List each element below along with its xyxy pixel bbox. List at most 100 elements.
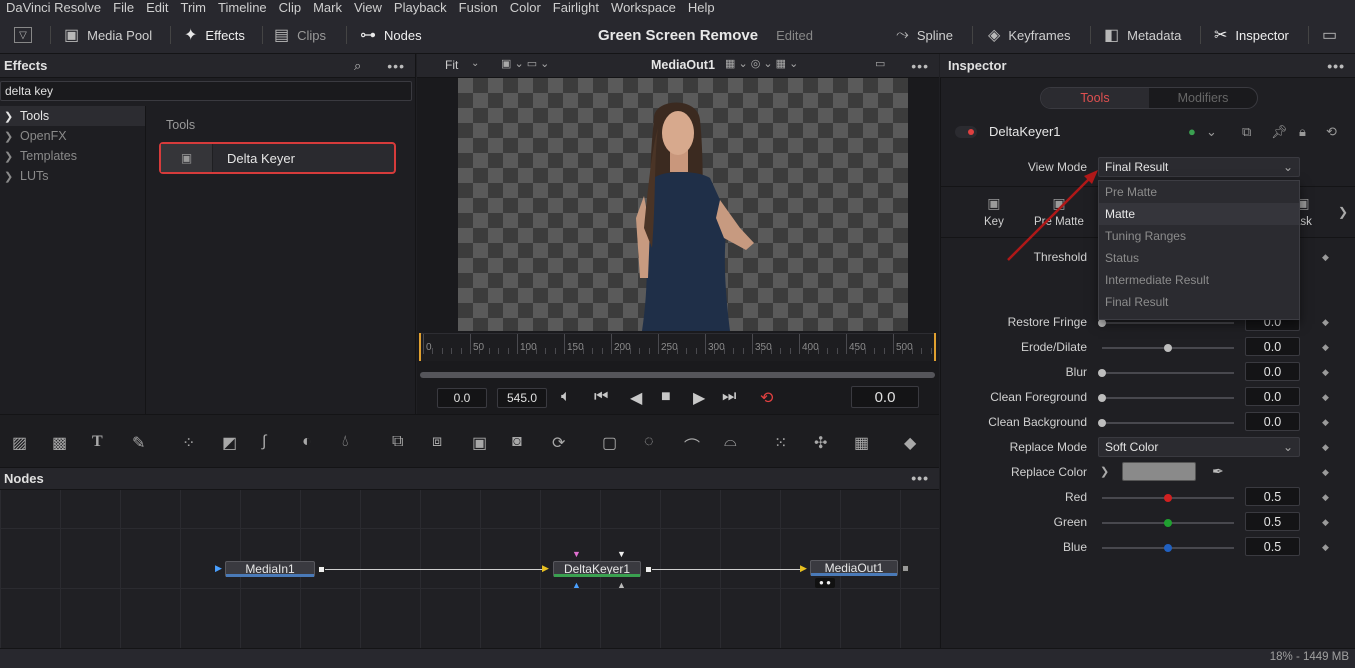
param-slider[interactable] <box>1102 322 1234 324</box>
prender-tool-icon[interactable]: ✣ <box>814 433 827 453</box>
end-time-field[interactable]: 545.0 <box>497 388 547 408</box>
transform-tool-icon[interactable]: ⟳ <box>552 433 565 453</box>
polygon-mask-icon[interactable]: ⌒ <box>684 433 700 457</box>
lock-icon[interactable]: 🔒︎ <box>1299 124 1306 140</box>
keyframe-diamond-icon[interactable]: ◆ <box>1322 392 1329 403</box>
menu-playback[interactable]: Playback <box>388 0 453 16</box>
more-options-icon[interactable]: ••• <box>387 58 405 74</box>
slider-knob[interactable] <box>1098 394 1106 402</box>
zoom-select[interactable]: Fit <box>445 58 458 72</box>
scrub-bar[interactable] <box>420 372 935 378</box>
menu-fusion[interactable]: Fusion <box>453 0 504 16</box>
monitor-button[interactable]: ▭ <box>1322 16 1337 54</box>
curves-tool-icon[interactable]: ∫ <box>262 433 266 451</box>
loader-tool-icon[interactable]: ⧉ <box>392 433 403 451</box>
keyframe-diamond-icon[interactable]: ◆ <box>1322 467 1329 478</box>
keyframe-diamond-icon[interactable]: ◆ <box>1322 442 1329 453</box>
node-toggle-icon[interactable] <box>955 125 977 138</box>
menu-workspace[interactable]: Workspace <box>605 0 682 16</box>
effects-button[interactable]: ✦ Effects <box>184 16 245 54</box>
reset-icon[interactable]: ⟲ <box>1326 124 1337 140</box>
play-icon[interactable]: ▶︎ <box>693 388 705 408</box>
dropdown-option-matte[interactable]: Matte <box>1099 203 1299 225</box>
paint-tool-icon[interactable]: ✎ <box>132 433 145 453</box>
loop-icon[interactable]: ⟲ <box>760 388 773 408</box>
replace-mode-select[interactable]: Soft Color ⌄ <box>1098 437 1300 457</box>
slider-knob[interactable] <box>1098 369 1106 377</box>
bspline-mask-icon[interactable]: ⌓ <box>724 433 737 451</box>
current-time-field[interactable]: 0.0 <box>851 386 919 408</box>
replace-color-swatch[interactable] <box>1122 462 1196 481</box>
tree-item-templates[interactable]: ❯ Templates <box>0 146 145 166</box>
keyframe-diamond-icon[interactable]: ◆ <box>1322 492 1329 503</box>
volume-icon[interactable]: 🔈︎ <box>561 388 571 406</box>
slider-knob[interactable] <box>1098 419 1106 427</box>
skip-start-icon[interactable]: ⏮︎ <box>594 388 608 406</box>
text-tool-icon[interactable]: T <box>92 433 103 451</box>
saver-tool-icon[interactable]: ⧈ <box>432 433 442 451</box>
param-value-field[interactable]: 0.5 <box>1245 512 1300 531</box>
menu-view[interactable]: View <box>348 0 388 16</box>
menu-mark[interactable]: Mark <box>307 0 348 16</box>
slider-knob[interactable] <box>1164 544 1172 552</box>
menu-help[interactable]: Help <box>682 0 721 16</box>
param-value-field[interactable]: 0.0 <box>1245 337 1300 356</box>
metadata-button[interactable]: ◧ Metadata <box>1104 16 1181 54</box>
slider-knob[interactable] <box>1164 344 1172 352</box>
start-time-field[interactable]: 0.0 <box>437 388 487 408</box>
keyframe-diamond-icon[interactable]: ◆ <box>1322 317 1329 328</box>
brightness-tool-icon[interactable]: ◐ <box>302 433 312 451</box>
node-mediain1[interactable]: MediaIn1 <box>225 561 315 577</box>
dropdown-option-status[interactable]: Status <box>1099 247 1299 269</box>
dropdown-option-pre-matte[interactable]: Pre Matte <box>1099 181 1299 203</box>
dropdown-option-intermediate-result[interactable]: Intermediate Result <box>1099 269 1299 291</box>
output-port[interactable] <box>318 566 325 573</box>
param-value-field[interactable]: 0.0 <box>1245 412 1300 431</box>
node-deltakeyer1[interactable]: DeltaKeyer1 <box>553 561 641 577</box>
inspector-button[interactable]: ✂ Inspector <box>1214 16 1289 54</box>
menu-edit[interactable]: Edit <box>140 0 174 16</box>
nodes-button[interactable]: ⊶ Nodes <box>360 16 422 54</box>
viewer-canvas[interactable] <box>458 78 908 331</box>
eyedropper-icon[interactable]: ✒ <box>1212 463 1224 480</box>
background-tool-icon[interactable]: ▨ <box>12 433 27 453</box>
menu-fairlight[interactable]: Fairlight <box>547 0 605 16</box>
keyframe-diamond-icon[interactable]: ◆ <box>1322 342 1329 353</box>
pemitter-tool-icon[interactable]: ⁙ <box>774 433 787 453</box>
menu-trim[interactable]: Trim <box>175 0 213 16</box>
param-value-field[interactable]: 0.5 <box>1245 487 1300 506</box>
clips-button[interactable]: ▤ Clips <box>274 16 326 54</box>
ellipse-mask-icon[interactable]: ◌ <box>644 433 654 451</box>
tree-item-openfx[interactable]: ❯ OpenFX <box>0 126 145 146</box>
delta-keyer-effect[interactable]: ▣ Delta Keyer <box>159 142 396 174</box>
search-icon[interactable]: ⌕ <box>354 58 361 74</box>
status-dot-icon[interactable]: ● <box>1188 124 1196 139</box>
keyframe-diamond-icon[interactable]: ◆ <box>1322 417 1329 428</box>
timeline-ruler[interactable]: 050100150200250300350400450500 <box>419 333 935 361</box>
effects-search-input[interactable]: delta key <box>0 81 412 101</box>
tree-item-luts[interactable]: ❯ LUTs <box>0 166 145 186</box>
pin-icon[interactable]: 📌︎ <box>1271 124 1288 140</box>
dropdown-option-final-result[interactable]: Final Result <box>1099 291 1299 313</box>
chevron-down-icon[interactable]: ⌄ <box>1206 124 1217 140</box>
keyframes-button[interactable]: ◈ Keyframes <box>988 16 1070 54</box>
more-options-icon[interactable]: ••• <box>911 58 929 74</box>
stop-icon[interactable]: ■ <box>661 388 671 406</box>
param-slider[interactable] <box>1102 422 1234 424</box>
keyframe-diamond-icon[interactable]: ◆ <box>1322 252 1329 263</box>
more-options-icon[interactable]: ••• <box>911 470 929 486</box>
image-plane-tool-icon[interactable]: ▦ <box>854 433 869 453</box>
param-value-field[interactable]: 0.0 <box>1245 387 1300 406</box>
color-curves-tool-icon[interactable]: ◩ <box>222 433 237 453</box>
viewer-tools-icon[interactable]: ▦ ⌄ ◎ ⌄ ▦ ⌄ <box>725 57 798 70</box>
menu-app[interactable]: DaVinci Resolve <box>0 0 107 16</box>
chevron-right-icon[interactable]: ❯ <box>1338 205 1348 219</box>
rectangle-mask-icon[interactable]: ▢ <box>602 433 617 453</box>
menu-file[interactable]: File <box>107 0 140 16</box>
particles-tool-icon[interactable]: ⁘ <box>182 433 195 453</box>
playhead-start[interactable] <box>419 333 421 361</box>
menu-clip[interactable]: Clip <box>273 0 307 16</box>
view-option-icon[interactable]: ▣ ⌄ ▭ ⌄ <box>501 57 549 70</box>
param-slider[interactable] <box>1102 397 1234 399</box>
keyframe-diamond-icon[interactable]: ◆ <box>1322 367 1329 378</box>
